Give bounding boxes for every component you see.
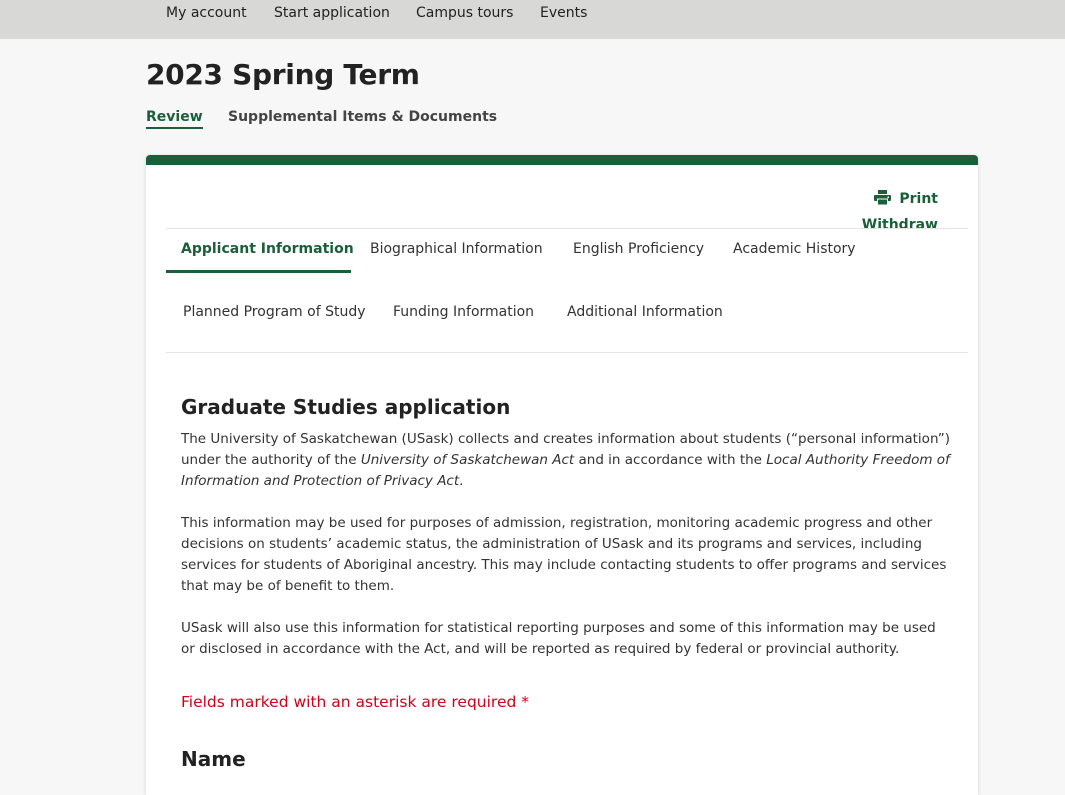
top-navigation: My account Start application Campus tour… — [0, 0, 1065, 39]
p1-text-b: and in accordance with the — [574, 452, 767, 468]
section-heading: Graduate Studies application — [181, 395, 511, 419]
required-fields-note: Fields marked with an asterisk are requi… — [181, 693, 529, 711]
print-label: Print — [899, 191, 938, 207]
privacy-paragraph-2: This information may be used for purpose… — [181, 515, 947, 594]
printer-icon — [874, 189, 892, 213]
tab-biographical-information[interactable]: Biographical Information — [370, 241, 543, 257]
nav-events[interactable]: Events — [540, 5, 587, 21]
tab-additional-information[interactable]: Additional Information — [567, 304, 723, 320]
privacy-notice: Graduate Studies application The Univers… — [181, 395, 951, 681]
tab-supplemental-items[interactable]: Supplemental Items & Documents — [228, 109, 497, 127]
tab-planned-program-of-study[interactable]: Planned Program of Study — [183, 304, 366, 320]
page-title: 2023 Spring Term — [146, 58, 420, 91]
nav-start-application[interactable]: Start application — [274, 5, 390, 21]
tab-applicant-information[interactable]: Applicant Information — [181, 241, 354, 257]
usask-act-title: University of Saskatchewan Act — [360, 452, 575, 468]
withdraw-button[interactable]: Withdraw — [862, 213, 938, 237]
card-actions: Print Withdraw — [862, 187, 938, 237]
tab-english-proficiency[interactable]: English Proficiency — [573, 241, 704, 257]
nav-campus-tours[interactable]: Campus tours — [416, 5, 513, 21]
name-section-heading: Name — [181, 747, 246, 771]
p1-text-c: . — [459, 473, 464, 489]
privacy-paragraph-3: USask will also use this information for… — [181, 620, 936, 657]
active-tab-indicator — [166, 270, 351, 273]
tab-funding-information[interactable]: Funding Information — [393, 304, 534, 320]
tab-academic-history[interactable]: Academic History — [733, 241, 856, 257]
tabs-divider — [166, 352, 968, 353]
tab-review[interactable]: Review — [146, 109, 203, 129]
print-button[interactable]: Print — [862, 187, 938, 213]
privacy-paragraph-1: The University of Saskatchewan (USask) c… — [181, 429, 951, 492]
application-card: Print Withdraw Applicant Information Bio… — [146, 155, 978, 795]
actions-divider — [166, 228, 968, 229]
nav-my-account[interactable]: My account — [166, 5, 247, 21]
